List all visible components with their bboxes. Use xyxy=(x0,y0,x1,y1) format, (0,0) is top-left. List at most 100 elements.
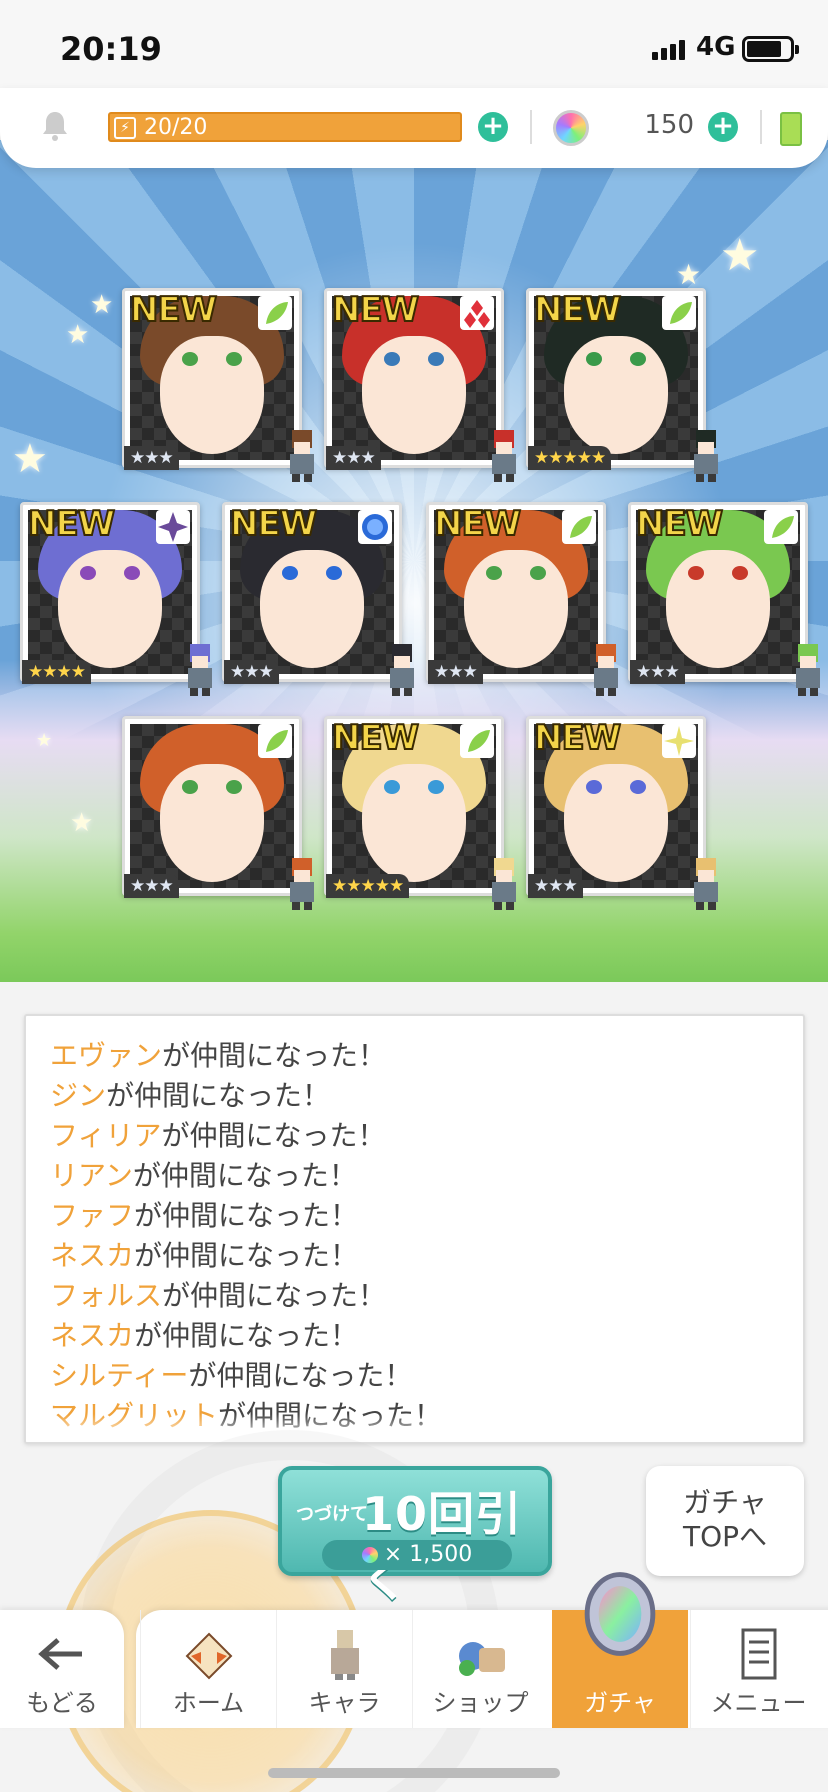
menu-icon xyxy=(741,1628,777,1680)
tab-home-label: ホーム xyxy=(172,1689,245,1717)
log-entry: ネスカが仲間になった！ xyxy=(50,1236,779,1276)
character-name: シルティー xyxy=(50,1359,189,1392)
rarity-stars: ★★★★★ xyxy=(326,874,410,898)
character-name: ファフ xyxy=(50,1199,135,1232)
gacha-top-line1: ガチャ xyxy=(683,1486,767,1519)
result-log[interactable]: エヴァンが仲間になった！ ジンが仲間になった！ フィリアが仲間になった！ リアンが仲間… xyxy=(24,1014,805,1444)
home-icon xyxy=(185,1632,233,1680)
draw-again-button[interactable]: つづけて 10回引く × 1,500 xyxy=(278,1466,552,1607)
character-sprite xyxy=(584,638,628,698)
rarity-stars: ★★★ xyxy=(224,660,279,684)
character-card[interactable]: NEW ★★★★ xyxy=(20,502,212,696)
character-name: リアン xyxy=(50,1159,133,1192)
add-stamina-button[interactable]: + xyxy=(478,112,508,142)
character-name: ネスカ xyxy=(50,1319,135,1352)
new-badge: NEW xyxy=(635,503,724,545)
sparkle-icon: ★ xyxy=(66,320,90,350)
back-button[interactable]: もどる xyxy=(0,1610,124,1728)
character-sprite xyxy=(280,424,324,484)
clock: 20:19 xyxy=(60,30,162,68)
new-badge: NEW xyxy=(433,503,522,545)
network-type: 4G xyxy=(696,32,736,62)
new-badge: NEW xyxy=(533,717,622,759)
character-card[interactable]: NEW ★★★ xyxy=(222,502,414,696)
stamina-value: 20/20 xyxy=(144,115,208,140)
rarity-stars: ★★★ xyxy=(630,660,685,684)
character-card[interactable]: NEW ★★★★★ xyxy=(526,288,718,482)
draw-cost-value: × 1,500 xyxy=(383,1542,473,1567)
status-bar: 20:19 4G xyxy=(0,0,828,96)
sparkle-icon: ★ xyxy=(720,230,760,281)
gacha-top-line2: TOPへ xyxy=(682,1520,768,1553)
character-card[interactable]: NEW ★★★ xyxy=(122,288,314,482)
home-indicator xyxy=(268,1768,560,1778)
log-entry: エヴァンが仲間になった！ xyxy=(50,1036,779,1076)
draw-cost: × 1,500 xyxy=(322,1540,512,1570)
log-entry: リアンが仲間になった！ xyxy=(50,1156,779,1196)
character-card[interactable]: NEW ★★★ xyxy=(324,288,516,482)
arrow-left-icon xyxy=(38,1638,82,1670)
tab-gacha-label: ガチャ xyxy=(584,1689,656,1717)
log-entry: フィリアが仲間になった！ xyxy=(50,1116,779,1156)
device-battery-icon xyxy=(780,112,802,146)
log-entry: シルティーが仲間になった！ xyxy=(50,1356,779,1396)
character-name: ジン xyxy=(50,1079,107,1112)
new-badge: NEW xyxy=(229,503,318,545)
leaf-icon xyxy=(562,510,596,544)
sparkle-icon: ★ xyxy=(36,730,53,751)
character-card[interactable]: NEW ★★★ xyxy=(526,716,718,910)
character-sprite xyxy=(482,424,526,484)
resource-bar: ⚡ 20/20 + 150 + xyxy=(0,88,828,168)
divider xyxy=(760,110,762,144)
gacha-top-button[interactable]: ガチャ TOPへ xyxy=(646,1466,804,1576)
gacha-icon xyxy=(584,1572,656,1656)
leaf-icon xyxy=(258,296,292,330)
bell-icon[interactable] xyxy=(40,110,70,142)
battery-icon xyxy=(742,36,799,62)
character-card[interactable]: NEW ★★★ xyxy=(628,502,820,696)
rarity-stars: ★★★★ xyxy=(22,660,91,684)
signal-icon xyxy=(652,38,692,60)
sparkle-icon: ★ xyxy=(676,258,702,291)
log-entry: ファフが仲間になった！ xyxy=(50,1196,779,1236)
character-name: フォルス xyxy=(50,1279,163,1312)
log-message: が仲間になった！ xyxy=(132,1159,357,1192)
character-sprite xyxy=(280,852,324,912)
result-log-list: エヴァンが仲間になった！ ジンが仲間になった！ フィリアが仲間になった！ リアンが仲間… xyxy=(26,1016,803,1436)
character-card[interactable]: NEW ★★★★★ xyxy=(324,716,516,910)
tab-character[interactable]: キャラ xyxy=(276,1610,412,1728)
rarity-stars: ★★★ xyxy=(124,874,179,898)
character-sprite xyxy=(684,424,728,484)
log-message: が仲間になった！ xyxy=(162,1279,387,1312)
add-gem-button[interactable]: + xyxy=(708,112,738,142)
new-badge: NEW xyxy=(331,717,420,759)
rarity-stars: ★★★ xyxy=(326,446,381,470)
tab-home[interactable]: ホーム xyxy=(140,1610,276,1728)
rarity-stars: ★★★★★ xyxy=(528,446,612,470)
character-sprite xyxy=(380,638,424,698)
character-card[interactable]: ★★★ xyxy=(122,716,314,910)
draw-prefix: つづけて xyxy=(296,1504,368,1525)
new-badge: NEW xyxy=(533,289,622,331)
gem-icon xyxy=(361,1547,378,1563)
rarity-stars: ★★★ xyxy=(124,446,179,470)
gacha-result-screen: 20:19 4G ⚡ 20/20 + 150 + ★ ★ ★ ★ ★ ★ ★ N… xyxy=(0,0,828,1792)
character-card[interactable]: NEW ★★★ xyxy=(426,502,618,696)
light-icon xyxy=(662,724,696,758)
character-name: ネスカ xyxy=(50,1239,135,1272)
bottom-navigation: もどる ホーム キャラ ショップ ガチャ メニュー xyxy=(0,1572,828,1792)
log-entry: フォルスが仲間になった！ xyxy=(50,1276,779,1316)
tab-shop[interactable]: ショップ xyxy=(412,1610,548,1728)
log-message: が仲間になった！ xyxy=(134,1239,359,1272)
back-label: もどる xyxy=(26,1689,98,1717)
new-badge: NEW xyxy=(27,503,116,545)
lightning-icon: ⚡ xyxy=(114,117,136,139)
leaf-icon xyxy=(460,724,494,758)
water-icon xyxy=(358,510,392,544)
tab-gacha[interactable]: ガチャ xyxy=(552,1572,688,1728)
tab-menu[interactable]: メニュー xyxy=(690,1610,826,1728)
gem-icon xyxy=(553,110,589,146)
tab-shop-label: ショップ xyxy=(432,1689,529,1717)
dark-icon xyxy=(156,510,190,544)
log-message: が仲間になった！ xyxy=(188,1359,413,1392)
